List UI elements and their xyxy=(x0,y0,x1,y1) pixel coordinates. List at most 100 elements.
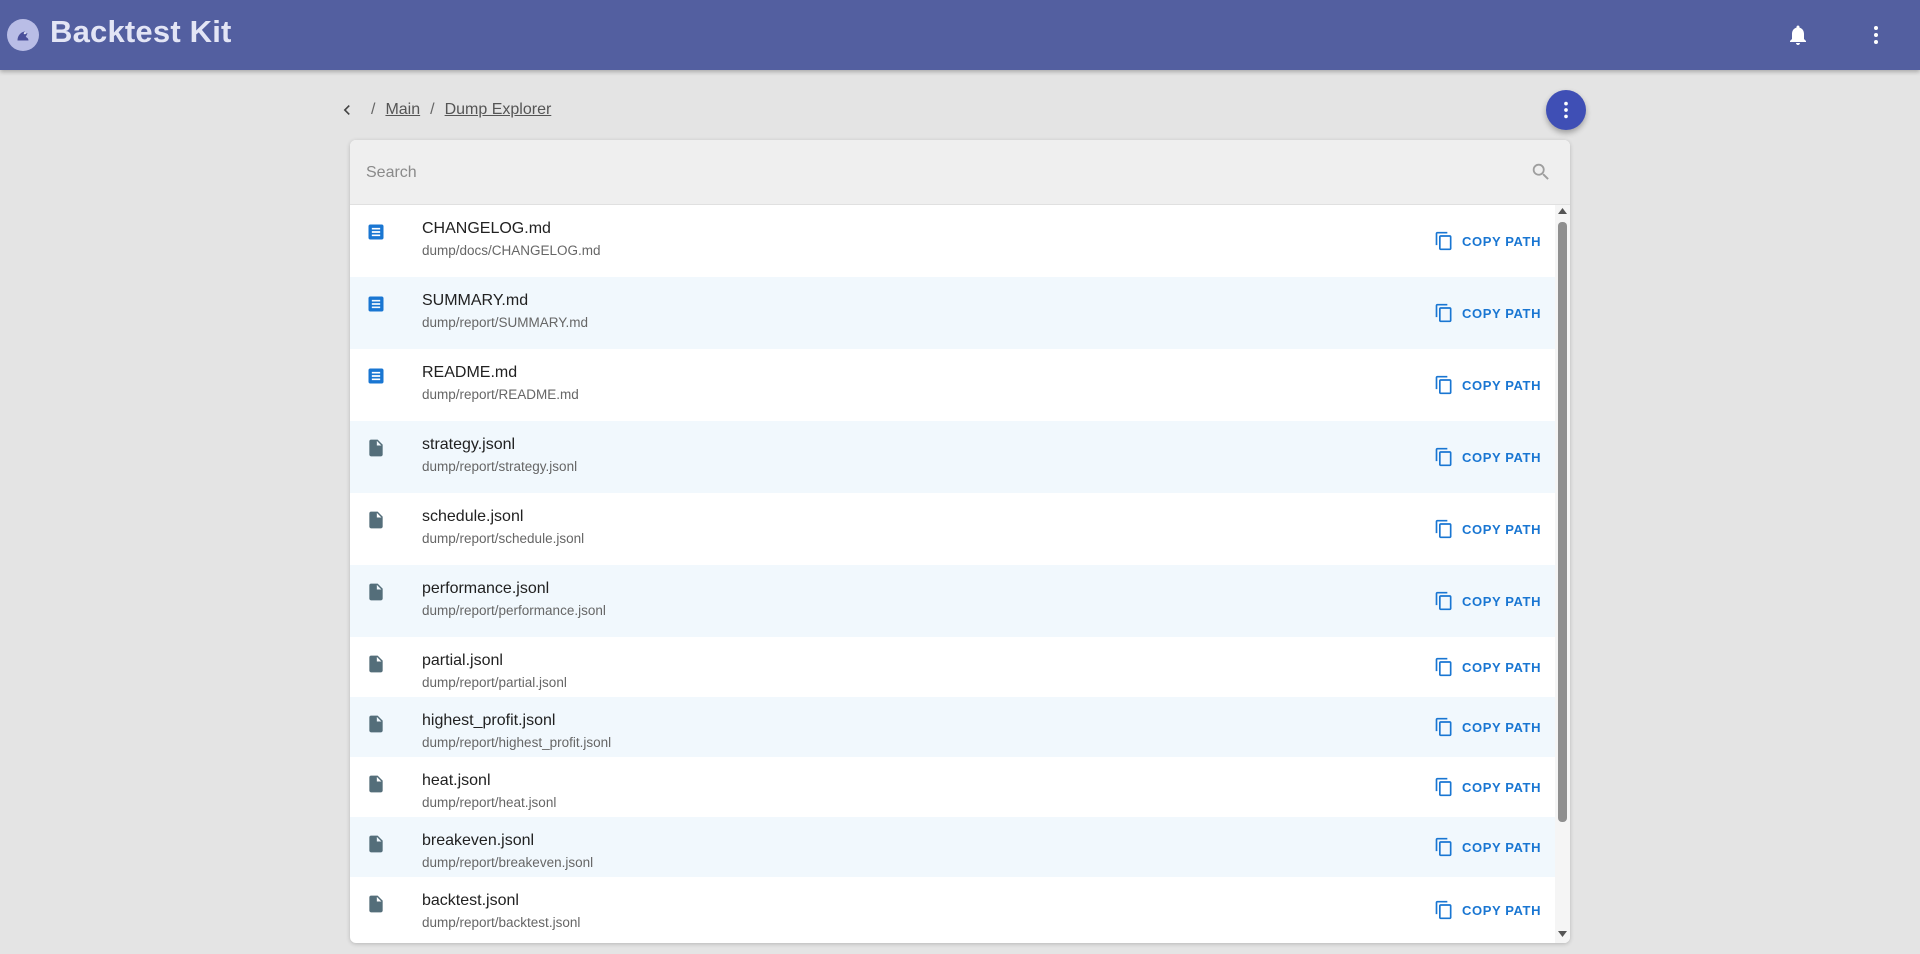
copy-icon xyxy=(1435,303,1452,323)
copy-path-button[interactable]: COPY PATH xyxy=(1434,371,1544,399)
copy-path-button[interactable]: COPY PATH xyxy=(1434,227,1544,255)
file-icon xyxy=(369,715,383,733)
logo-icon xyxy=(17,31,29,41)
file-row[interactable]: strategy.jsonl dump/report/strategy.jsonl… xyxy=(350,421,1555,493)
copy-icon xyxy=(1435,519,1452,539)
file-row[interactable]: highest_profit.jsonl dump/report/highest_… xyxy=(350,697,1555,757)
file-list-panel: CHANGELOG.md dump/docs/CHANGELOG.md COPY P… xyxy=(350,140,1570,943)
file-row[interactable]: CHANGELOG.md dump/docs/CHANGELOG.md COPY P… xyxy=(350,205,1555,277)
copy-path-label: COPY PATH xyxy=(1462,719,1542,735)
file-name: strategy.jsonl xyxy=(422,436,516,453)
copy-icon xyxy=(1435,900,1452,920)
document-icon xyxy=(368,296,384,312)
file-icon xyxy=(369,835,383,853)
file-name: highest_profit.jsonl xyxy=(422,712,556,729)
file-icon xyxy=(369,775,383,793)
breadcrumb-main-link[interactable]: Main xyxy=(385,101,420,119)
file-row[interactable]: breakeven.jsonl dump/report/breakeven.jso… xyxy=(350,817,1555,877)
copy-icon xyxy=(1435,717,1452,737)
file-path: dump/report/schedule.jsonl xyxy=(422,531,585,546)
copy-path-button[interactable]: COPY PATH xyxy=(1434,515,1544,543)
actions-menu-button[interactable] xyxy=(1546,90,1586,130)
copy-icon xyxy=(1435,375,1452,395)
file-path: dump/report/SUMMARY.md xyxy=(422,315,589,330)
copy-path-button[interactable]: COPY PATH xyxy=(1434,833,1544,861)
file-path: dump/report/README.md xyxy=(422,387,579,402)
copy-path-button[interactable]: COPY PATH xyxy=(1434,443,1544,471)
app-title: Backtest Kit xyxy=(50,14,232,49)
file-path: dump/docs/CHANGELOG.md xyxy=(422,243,601,258)
search-bar xyxy=(350,140,1570,205)
app-logo[interactable] xyxy=(7,19,39,51)
copy-path-label: COPY PATH xyxy=(1462,377,1542,393)
file-icon xyxy=(369,439,383,457)
copy-icon xyxy=(1435,447,1452,467)
file-name: heat.jsonl xyxy=(422,772,491,789)
file-path: dump/report/performance.jsonl xyxy=(422,603,606,618)
copy-path-button[interactable]: COPY PATH xyxy=(1434,773,1544,801)
scroll-down-arrow-icon[interactable] xyxy=(1558,931,1567,937)
copy-path-label: COPY PATH xyxy=(1462,449,1542,465)
chevron-left-icon[interactable] xyxy=(337,100,357,120)
copy-path-label: COPY PATH xyxy=(1462,659,1542,675)
file-path: dump/report/breakeven.jsonl xyxy=(422,855,594,870)
file-name: performance.jsonl xyxy=(422,580,550,597)
file-name: partial.jsonl xyxy=(422,652,503,669)
file-row[interactable]: schedule.jsonl dump/report/schedule.jsonl… xyxy=(350,493,1555,565)
file-name: schedule.jsonl xyxy=(422,508,524,525)
file-row[interactable]: partial.jsonl dump/report/partial.jsonl CO… xyxy=(350,637,1555,697)
copy-path-label: COPY PATH xyxy=(1462,305,1542,321)
file-name: README.md xyxy=(422,364,518,381)
copy-icon xyxy=(1435,231,1452,251)
search-icon[interactable] xyxy=(1530,161,1552,183)
file-list: CHANGELOG.md dump/docs/CHANGELOG.md COPY P… xyxy=(350,205,1555,943)
file-icon xyxy=(369,895,383,913)
copy-icon xyxy=(1435,591,1452,611)
copy-path-button[interactable]: COPY PATH xyxy=(1434,299,1544,327)
copy-path-label: COPY PATH xyxy=(1462,521,1542,537)
copy-icon xyxy=(1435,777,1452,797)
copy-path-label: COPY PATH xyxy=(1462,233,1542,249)
file-icon xyxy=(369,511,383,529)
breadcrumb-separator: / xyxy=(371,101,376,118)
copy-path-button[interactable]: COPY PATH xyxy=(1434,713,1544,741)
copy-icon xyxy=(1435,837,1452,857)
more-vert-icon[interactable] xyxy=(1864,23,1888,47)
more-vert-icon xyxy=(1564,101,1568,119)
copy-path-label: COPY PATH xyxy=(1462,593,1542,609)
file-name: CHANGELOG.md xyxy=(422,220,551,237)
breadcrumb-separator: / xyxy=(430,101,435,118)
copy-icon xyxy=(1435,657,1452,677)
scroll-up-arrow-icon[interactable] xyxy=(1558,208,1567,214)
file-name: SUMMARY.md xyxy=(422,292,529,309)
document-icon xyxy=(368,224,384,240)
file-path: dump/report/partial.jsonl xyxy=(422,675,567,690)
file-path: dump/report/backtest.jsonl xyxy=(422,915,581,930)
app-bar: Backtest Kit xyxy=(0,0,1920,70)
file-row[interactable]: performance.jsonl dump/report/performance… xyxy=(350,565,1555,637)
copy-path-label: COPY PATH xyxy=(1462,779,1542,795)
file-path: dump/report/highest_profit.jsonl xyxy=(422,735,612,750)
file-icon xyxy=(369,655,383,673)
file-name: backtest.jsonl xyxy=(422,892,519,909)
breadcrumb: / Main / Dump Explorer xyxy=(337,98,561,122)
document-icon xyxy=(368,368,384,384)
notifications-bell-icon[interactable] xyxy=(1786,23,1810,47)
file-row[interactable]: backtest.jsonl dump/report/backtest.jsonl… xyxy=(350,877,1555,943)
file-row[interactable]: SUMMARY.md dump/report/SUMMARY.md COPY PAT… xyxy=(350,277,1555,349)
search-input[interactable] xyxy=(366,158,1516,188)
file-name: breakeven.jsonl xyxy=(422,832,535,849)
copy-path-label: COPY PATH xyxy=(1462,839,1542,855)
file-row[interactable]: README.md dump/report/README.md COPY PATH xyxy=(350,349,1555,421)
copy-path-button[interactable]: COPY PATH xyxy=(1434,587,1544,615)
breadcrumb-current-link[interactable]: Dump Explorer xyxy=(445,101,552,119)
copy-path-label: COPY PATH xyxy=(1462,902,1542,918)
scrollbar[interactable] xyxy=(1555,205,1570,943)
copy-path-button[interactable]: COPY PATH xyxy=(1434,653,1544,681)
file-path: dump/report/strategy.jsonl xyxy=(422,459,578,474)
file-path: dump/report/heat.jsonl xyxy=(422,795,557,810)
scrollbar-thumb[interactable] xyxy=(1558,222,1567,822)
copy-path-button[interactable]: COPY PATH xyxy=(1434,896,1544,924)
file-icon xyxy=(369,583,383,601)
file-row[interactable]: heat.jsonl dump/report/heat.jsonl COPY PAT… xyxy=(350,757,1555,817)
